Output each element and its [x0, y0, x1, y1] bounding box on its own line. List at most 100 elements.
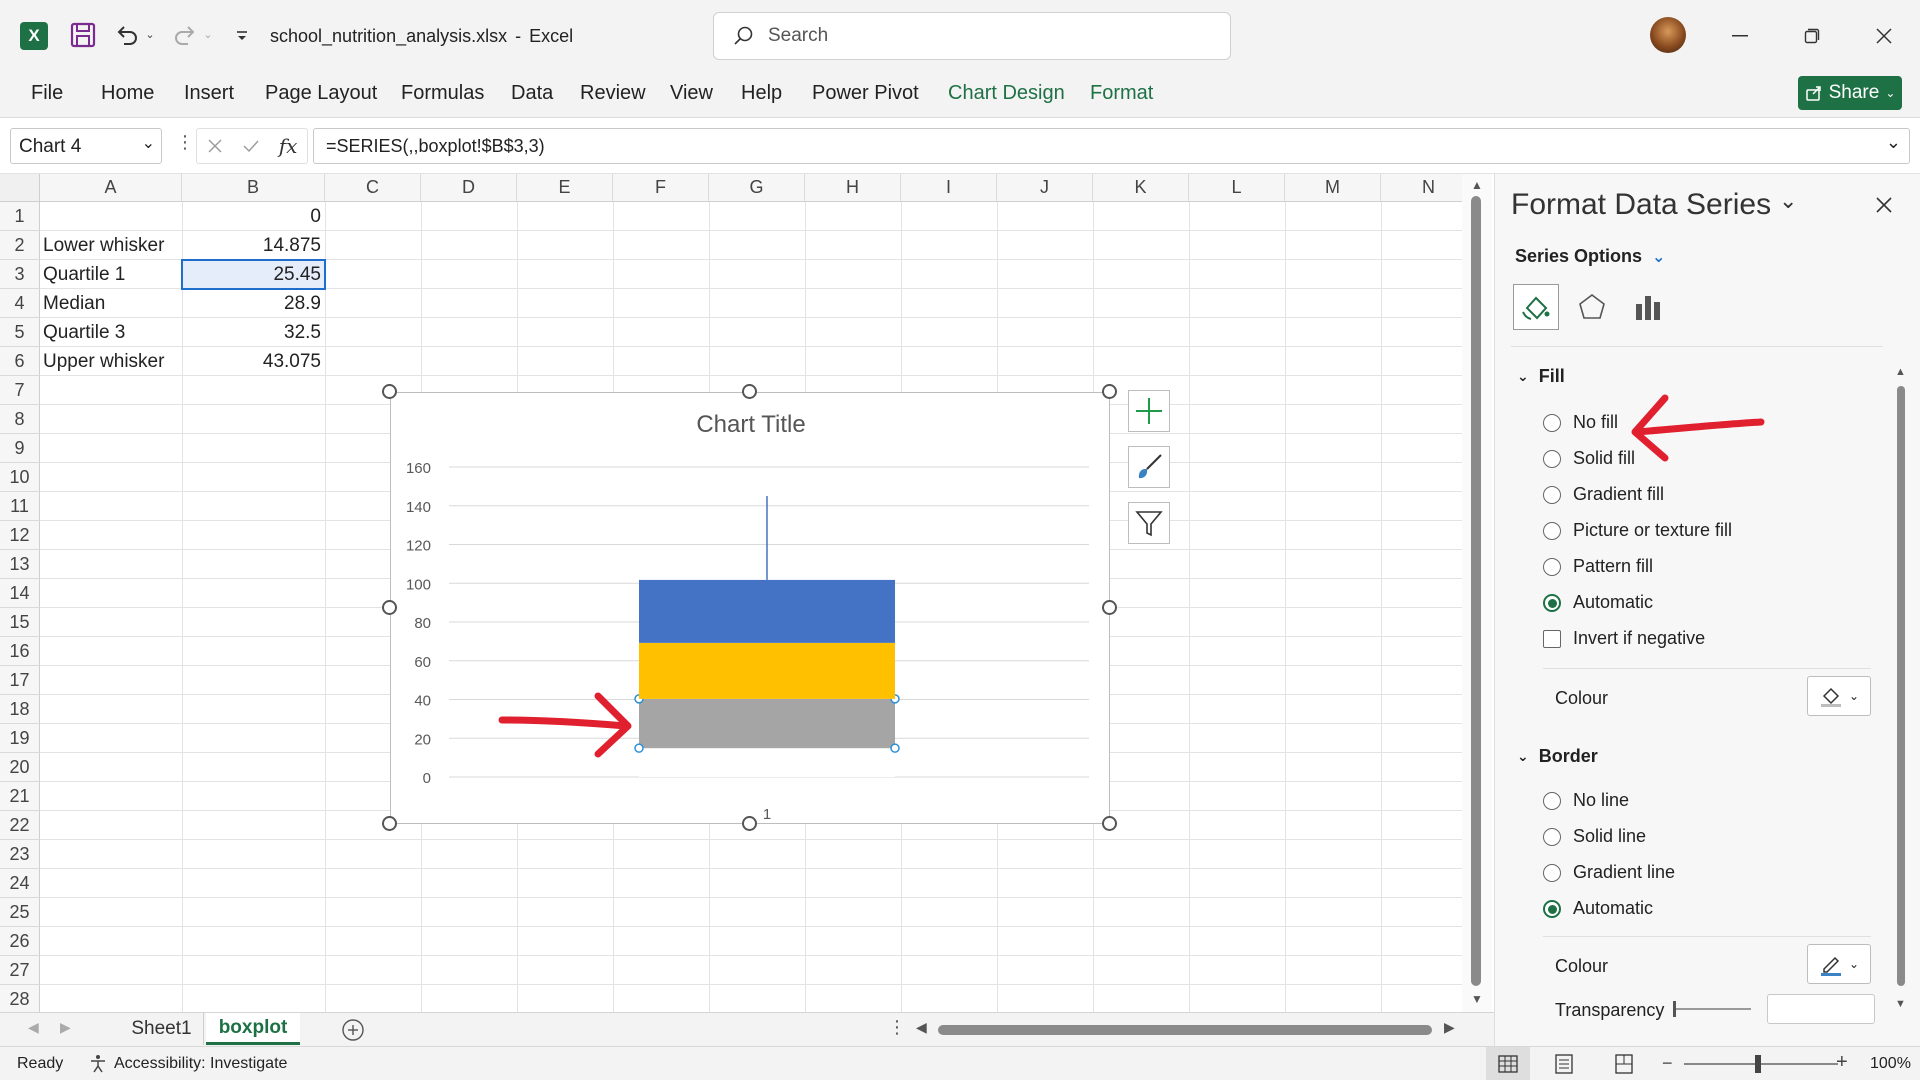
tab-page-layout[interactable]: Page Layout — [265, 82, 377, 105]
automatic-line-radio[interactable] — [1543, 899, 1561, 918]
bar-series-1[interactable] — [639, 748, 895, 777]
row-header-12[interactable]: 12 — [0, 521, 40, 550]
gradient-line-option[interactable]: Gradient line — [1543, 862, 1675, 883]
cell-a6[interactable]: Upper whisker — [43, 347, 182, 376]
row-header-8[interactable]: 8 — [0, 405, 40, 434]
resize-handle-bottom[interactable] — [742, 816, 757, 831]
invert-if-negative-option[interactable]: Invert if negative — [1543, 628, 1705, 649]
pane-scroll-down-icon[interactable]: ▼ — [1895, 998, 1906, 1010]
tab-home[interactable]: Home — [101, 82, 154, 105]
column-header-d[interactable]: D — [421, 174, 517, 202]
minimize-icon[interactable] — [1720, 18, 1760, 54]
resize-handle-left[interactable] — [382, 600, 397, 615]
invert-if-negative-checkbox[interactable] — [1543, 629, 1561, 648]
row-header-15[interactable]: 15 — [0, 608, 40, 637]
resize-handle-top[interactable] — [742, 384, 757, 399]
tab-help[interactable]: Help — [741, 82, 782, 105]
solid-fill-radio[interactable] — [1543, 449, 1561, 468]
cell-b4[interactable]: 28.9 — [182, 289, 325, 318]
horizontal-scroll-thumb[interactable] — [938, 1025, 1432, 1035]
select-all-corner[interactable] — [0, 174, 40, 202]
gradient-line-radio[interactable] — [1543, 863, 1561, 882]
cell-b2[interactable]: 14.875 — [182, 231, 325, 260]
undo-icon[interactable] — [112, 20, 142, 50]
row-header-26[interactable]: 26 — [0, 927, 40, 956]
row-header-22[interactable]: 22 — [0, 811, 40, 840]
cell-a2[interactable]: Lower whisker — [43, 231, 182, 260]
zoom-out-icon[interactable]: − — [1662, 1053, 1673, 1074]
column-header-k[interactable]: K — [1093, 174, 1189, 202]
column-header-g[interactable]: G — [709, 174, 805, 202]
row-header-11[interactable]: 11 — [0, 492, 40, 521]
effects-tab[interactable] — [1569, 284, 1615, 330]
cell-a4[interactable]: Median — [43, 289, 182, 318]
resize-handle-top-right[interactable] — [1102, 384, 1117, 399]
pane-options-chevron-icon[interactable]: ⌄ — [1779, 188, 1797, 214]
automatic-fill-option[interactable]: Automatic — [1543, 592, 1653, 613]
normal-view-button[interactable] — [1486, 1047, 1530, 1080]
tab-review[interactable]: Review — [580, 82, 646, 105]
resize-handle-bottom-left[interactable] — [382, 816, 397, 831]
column-header-l[interactable]: L — [1189, 174, 1285, 202]
tab-file[interactable]: File — [31, 82, 63, 105]
zoom-level[interactable]: 100% — [1870, 1055, 1911, 1073]
restore-icon[interactable] — [1792, 18, 1832, 54]
sheet-tab-sheet1[interactable]: Sheet1 — [120, 1013, 204, 1045]
pane-close-icon[interactable] — [1875, 196, 1893, 214]
solid-fill-option[interactable]: Solid fill — [1543, 448, 1635, 469]
page-break-view-icon[interactable] — [1614, 1054, 1634, 1074]
automatic-fill-radio[interactable] — [1543, 593, 1561, 612]
save-icon[interactable] — [68, 20, 98, 50]
pane-scroll-thumb[interactable] — [1897, 386, 1905, 986]
insert-function-icon[interactable]: fx — [279, 134, 298, 158]
vertical-scrollbar[interactable]: ▲ ▼ — [1462, 174, 1492, 1012]
picture-fill-radio[interactable] — [1543, 521, 1561, 540]
row-header-28[interactable]: 28 — [0, 985, 40, 1012]
cell-a3[interactable]: Quartile 1 — [43, 260, 182, 289]
row-header-10[interactable]: 10 — [0, 463, 40, 492]
row-header-7[interactable]: 7 — [0, 376, 40, 405]
scroll-thumb[interactable] — [1471, 196, 1481, 986]
hscroll-right-icon[interactable]: ▶ — [1444, 1019, 1455, 1036]
avatar[interactable] — [1650, 17, 1686, 53]
no-line-option[interactable]: No line — [1543, 790, 1629, 811]
pattern-fill-radio[interactable] — [1543, 557, 1561, 576]
sheet-tab-boxplot[interactable]: boxplot — [206, 1013, 300, 1045]
hscroll-left-icon[interactable]: ◀ — [916, 1019, 927, 1036]
row-header-19[interactable]: 19 — [0, 724, 40, 753]
resize-handle-top-left[interactable] — [382, 384, 397, 399]
bar-series-3[interactable] — [639, 642, 895, 699]
name-box-chevron-icon[interactable]: ⌄ — [142, 133, 155, 153]
cell-b3[interactable]: 25.45 — [182, 260, 325, 289]
series-options-dropdown[interactable]: Series Options ⌄ — [1515, 246, 1665, 267]
picture-fill-option[interactable]: Picture or texture fill — [1543, 520, 1732, 541]
zoom-slider[interactable] — [1684, 1055, 1838, 1073]
tab-power-pivot[interactable]: Power Pivot — [812, 82, 919, 105]
cell-b6[interactable]: 43.075 — [182, 347, 325, 376]
confirm-entry-icon[interactable] — [242, 138, 260, 154]
row-header-6[interactable]: 6 — [0, 347, 40, 376]
fill-line-tab[interactable] — [1513, 284, 1559, 330]
row-header-1[interactable]: 1 — [0, 202, 40, 231]
column-header-b[interactable]: B — [182, 174, 325, 202]
bar-series-2[interactable] — [639, 698, 895, 749]
resize-handle-bottom-right[interactable] — [1102, 816, 1117, 831]
search-box[interactable]: Search — [713, 12, 1231, 60]
row-header-20[interactable]: 20 — [0, 753, 40, 782]
share-button[interactable]: Share ⌄ — [1798, 76, 1902, 110]
row-header-16[interactable]: 16 — [0, 637, 40, 666]
column-header-e[interactable]: E — [517, 174, 613, 202]
accessibility-icon[interactable] — [88, 1054, 108, 1074]
column-header-m[interactable]: M — [1285, 174, 1381, 202]
customize-qat-icon[interactable] — [232, 24, 252, 48]
formula-input[interactable]: =SERIES(,,boxplot!$B$3,3) ⌄ — [313, 128, 1910, 164]
row-header-23[interactable]: 23 — [0, 840, 40, 869]
cell-b5[interactable]: 32.5 — [182, 318, 325, 347]
tab-data[interactable]: Data — [511, 82, 553, 105]
row-header-21[interactable]: 21 — [0, 782, 40, 811]
close-icon[interactable] — [1864, 18, 1904, 54]
no-fill-option[interactable]: No fill — [1543, 412, 1618, 433]
transparency-slider[interactable] — [1673, 1001, 1751, 1017]
chart-filters-button[interactable] — [1128, 502, 1170, 544]
chart-styles-button[interactable] — [1128, 446, 1170, 488]
